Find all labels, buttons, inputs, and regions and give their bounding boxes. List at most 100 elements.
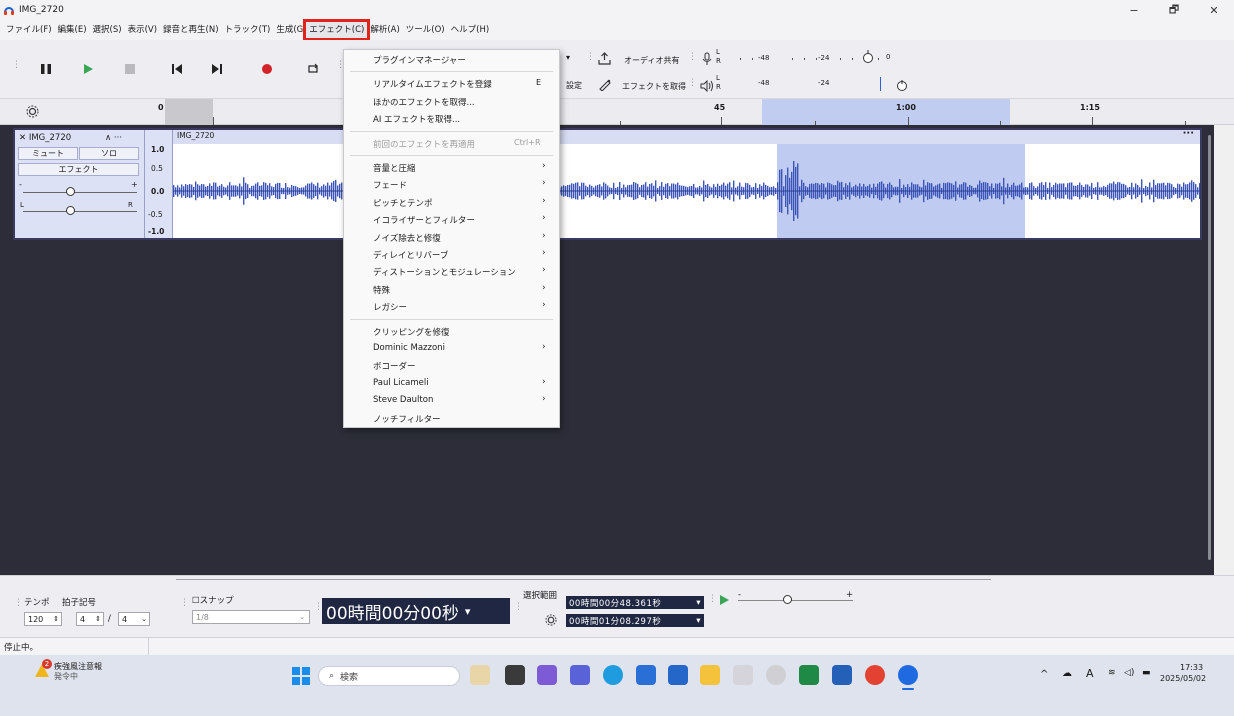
toolbar-grip[interactable]: ⋮ xyxy=(514,603,523,612)
menu-tracks[interactable]: トラック(T) xyxy=(222,22,274,38)
menu-tools[interactable]: ツール(O) xyxy=(403,22,448,38)
effect-menu-item[interactable]: Steve Daulton › xyxy=(344,392,559,409)
effect-menu-item[interactable]: ほかのエフェクトを取得... xyxy=(344,93,559,110)
toolbar-grip[interactable]: ⋮ xyxy=(586,53,595,62)
menu-effect[interactable]: エフェクト(C) xyxy=(303,19,371,41)
clip-menu-button[interactable]: ··· xyxy=(1183,128,1194,139)
copilot-app-icon[interactable] xyxy=(537,665,557,685)
timeline-ruler[interactable]: 0 45 1:00 1:15 xyxy=(0,99,1234,125)
time-display[interactable]: 00時間00分00秒 ▾ xyxy=(322,598,510,624)
ime-indicator[interactable]: A xyxy=(1086,667,1094,680)
effect-menu-item[interactable]: ピッチとテンポ › xyxy=(344,194,559,211)
windows-start-icon[interactable] xyxy=(292,667,310,685)
battery-icon[interactable]: ▬ xyxy=(1142,668,1151,678)
effect-menu-item[interactable]: フェード › xyxy=(344,176,559,193)
snap-select[interactable]: 1/8 ⌄ xyxy=(192,610,310,624)
effect-menu-item[interactable]: クリッピングを修復 xyxy=(344,323,559,340)
effect-menu-item[interactable]: イコライザーとフィルター › xyxy=(344,211,559,228)
menu-analyze[interactable]: 解析(A) xyxy=(367,22,402,38)
toolbar-grip[interactable]: ⋮ xyxy=(688,79,697,88)
file-explorer-icon[interactable] xyxy=(700,665,720,685)
effect-menu-item[interactable]: ディストーションとモジュレーション › xyxy=(344,263,559,280)
toolbar-grip[interactable]: ⋮ xyxy=(12,61,21,70)
dropdown-arrow-icon[interactable]: ▾ xyxy=(696,616,701,626)
track-close-and-name[interactable]: ✕ IMG_2720 xyxy=(19,133,71,143)
effect-menu-item[interactable]: レガシー › xyxy=(344,298,559,315)
clock-time[interactable]: 17:33 xyxy=(1180,663,1203,672)
clip-title[interactable]: IMG_2720 xyxy=(177,131,214,140)
skip-start-button[interactable] xyxy=(160,56,194,82)
selection-start-time[interactable]: 00時間00分48.361秒 ▾ xyxy=(566,596,704,609)
minimize-button[interactable]: − xyxy=(1114,0,1154,20)
store-app-icon[interactable] xyxy=(636,665,656,685)
menu-generate[interactable]: 生成(G xyxy=(273,22,306,38)
playback-volume-knob[interactable] xyxy=(896,78,908,92)
effect-menu-item[interactable]: 特殊 › xyxy=(344,281,559,298)
excel-app-icon[interactable] xyxy=(799,665,819,685)
mute-button[interactable]: ミュート xyxy=(18,147,78,160)
chrome-browser-icon[interactable] xyxy=(865,665,885,685)
selection-settings-icon[interactable] xyxy=(545,614,557,626)
chatgpt-app-icon[interactable] xyxy=(766,665,786,685)
ime-pad-icon[interactable] xyxy=(733,665,753,685)
effect-menu-item[interactable]: 音量と圧縮 › xyxy=(344,159,559,176)
menu-view[interactable]: 表示(V) xyxy=(125,22,160,38)
gain-slider[interactable] xyxy=(66,187,75,196)
effect-menu-item[interactable]: ノイズ除去と修復 › xyxy=(344,229,559,246)
chevron-down-icon[interactable]: ⌄ xyxy=(141,615,147,623)
track-name[interactable]: IMG_2720 xyxy=(29,133,71,143)
toolbar-grip[interactable]: ⋮ xyxy=(314,603,323,612)
time-sig-numerator[interactable]: 4 ⇕ xyxy=(76,612,104,626)
toolbar-grip[interactable]: ⋮ xyxy=(180,599,189,608)
audio-track[interactable]: ✕ IMG_2720 ∧ ··· ミュート ソロ エフェクト - + L R 1… xyxy=(13,128,1202,240)
get-effects-button[interactable]: エフェクトを取得 xyxy=(622,81,686,92)
speaker-icon[interactable] xyxy=(700,80,714,92)
audio-setup-label[interactable]: 設定 xyxy=(566,80,582,91)
effect-menu-item[interactable]: ノッチフィルター xyxy=(344,410,559,427)
solo-button[interactable]: ソロ xyxy=(79,147,139,160)
cloud-sync-icon[interactable]: ☁ xyxy=(1062,668,1072,679)
teams-app-icon[interactable] xyxy=(570,665,590,685)
spin-arrows-icon[interactable]: ⇕ xyxy=(53,615,59,623)
close-button[interactable]: ✕ xyxy=(1194,0,1234,20)
play-button[interactable] xyxy=(71,56,105,82)
play-at-speed-icon[interactable] xyxy=(718,594,730,606)
chevron-up-icon[interactable]: ^ xyxy=(1040,669,1048,680)
record-button[interactable] xyxy=(250,56,284,82)
skip-end-button[interactable] xyxy=(200,56,234,82)
microphone-icon[interactable] xyxy=(702,52,712,66)
effect-menu-item[interactable]: ボコーダー xyxy=(344,357,559,374)
toolbar-grip[interactable]: ⋮ xyxy=(14,599,23,608)
dropdown-arrow-icon[interactable]: ▾ xyxy=(566,53,570,62)
widgets-app-icon[interactable] xyxy=(470,665,490,685)
vertical-scrollbar[interactable] xyxy=(1214,125,1234,575)
effect-menu-item[interactable]: Paul Licameli › xyxy=(344,375,559,392)
waveform[interactable] xyxy=(173,144,1200,238)
toolbar-grip[interactable]: ⋮ xyxy=(708,595,717,604)
clock-date[interactable]: 2025/05/02 xyxy=(1160,674,1206,683)
stop-button[interactable] xyxy=(113,56,147,82)
menu-edit[interactable]: 編集(E) xyxy=(55,22,90,38)
menu-help[interactable]: ヘルプ(H) xyxy=(448,22,493,38)
effect-menu-item[interactable]: Dominic Mazzoni › xyxy=(344,340,559,357)
track-menu-button[interactable]: ∧ ··· xyxy=(105,133,122,143)
menu-file[interactable]: ファイル(F) xyxy=(3,22,55,38)
wifi-icon[interactable]: ≋ xyxy=(1108,668,1116,678)
tempo-input[interactable]: 120 ⇕ xyxy=(24,612,62,626)
recording-volume-knob[interactable] xyxy=(862,50,874,64)
edge-browser-icon[interactable] xyxy=(603,665,623,685)
mail-app-icon[interactable] xyxy=(668,665,688,685)
track-effects-button[interactable]: エフェクト xyxy=(18,163,139,176)
vertical-scroll-thumb[interactable] xyxy=(1208,135,1211,560)
loop-button[interactable] xyxy=(296,56,330,82)
maximize-button[interactable]: 🗗 xyxy=(1154,0,1194,20)
spin-arrows-icon[interactable]: ⇕ xyxy=(95,615,101,623)
word-app-icon[interactable] xyxy=(832,665,852,685)
effect-menu-item[interactable]: リアルタイムエフェクトを登録 E xyxy=(344,75,559,92)
time-sig-denominator[interactable]: 4 ⌄ xyxy=(118,612,150,626)
chevron-down-icon[interactable]: ⌄ xyxy=(299,613,305,621)
vertical-scale[interactable]: 1.0 0.5 0.0 -0.5 -1.0 xyxy=(145,130,173,238)
selection-end-time[interactable]: 00時間01分08.297秒 ▾ xyxy=(566,614,704,627)
track-area[interactable]: ✕ IMG_2720 ∧ ··· ミュート ソロ エフェクト - + L R 1… xyxy=(0,125,1214,575)
speed-slider[interactable] xyxy=(783,595,792,604)
